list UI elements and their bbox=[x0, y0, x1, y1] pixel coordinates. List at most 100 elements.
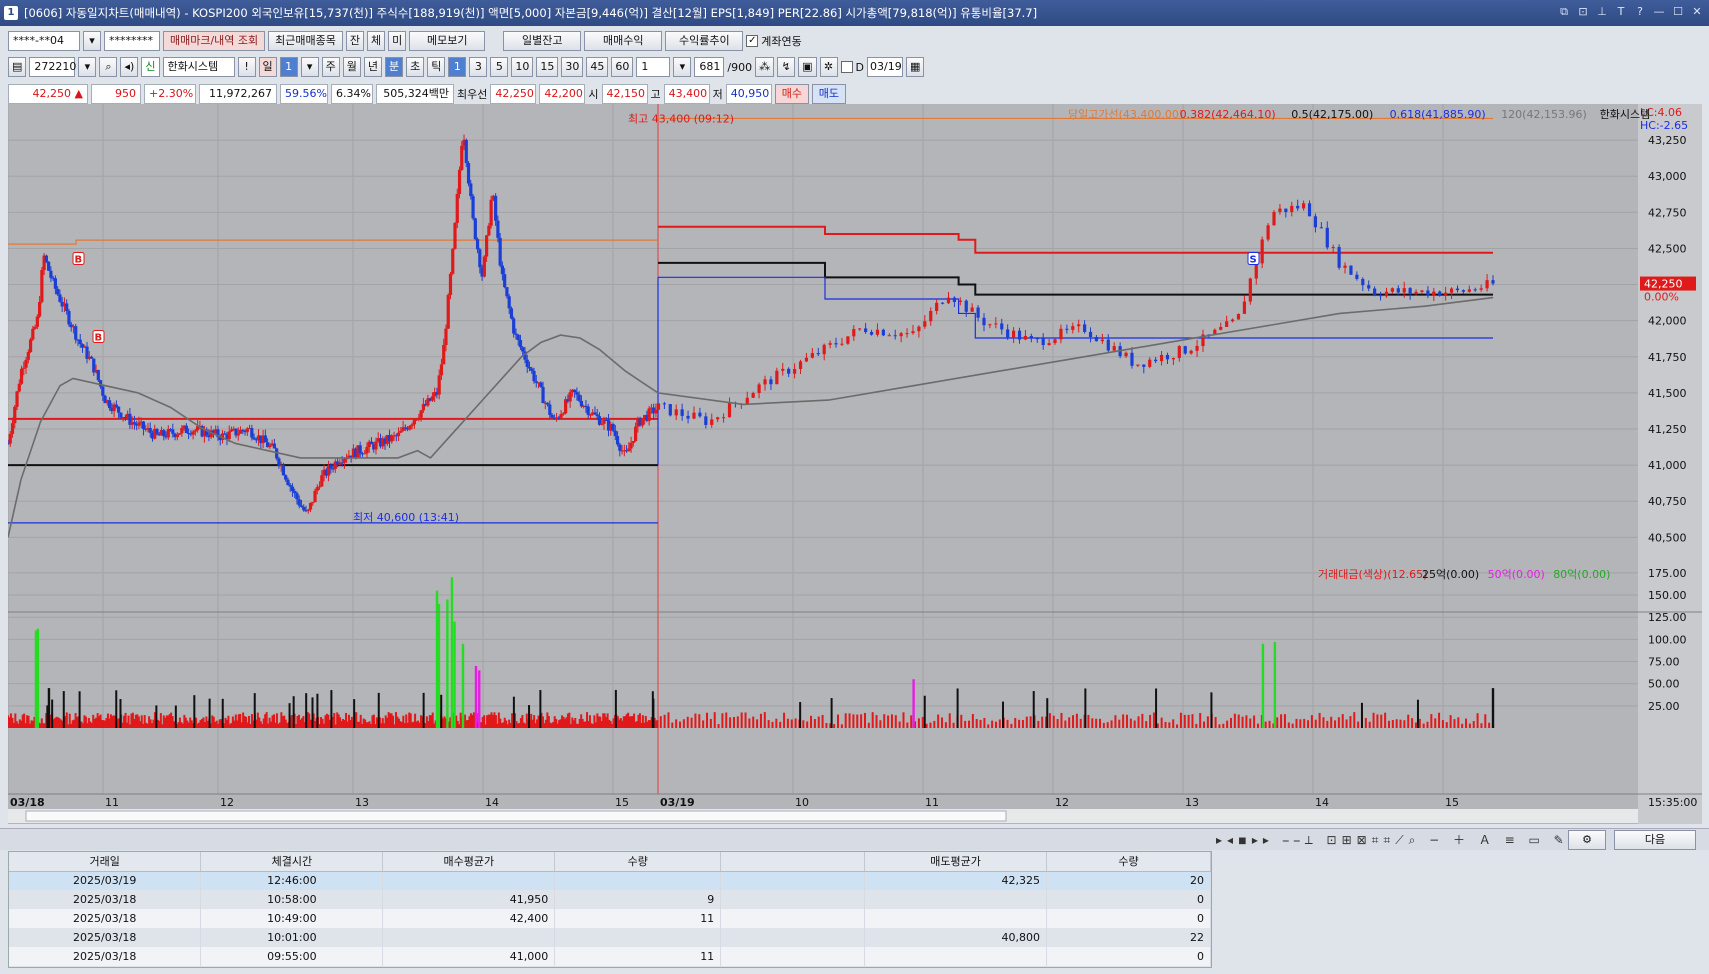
volume-bar bbox=[910, 715, 913, 728]
interval-45[interactable]: 45 bbox=[586, 57, 609, 77]
gear-icon[interactable]: ⚙ bbox=[1568, 830, 1606, 850]
password-field[interactable]: ******** bbox=[104, 31, 160, 51]
candle-body bbox=[363, 453, 367, 455]
volume-bar bbox=[1253, 715, 1256, 728]
candle-body bbox=[798, 361, 803, 369]
account-dropdown-icon[interactable]: ▾ bbox=[83, 31, 101, 51]
table-row[interactable]: 2025/03/19 12:46:00 42,325 20 bbox=[9, 871, 1211, 890]
candle-body bbox=[417, 417, 421, 420]
table-row[interactable]: 2025/03/18 10:49:00 42,400 11 0 bbox=[9, 909, 1211, 928]
table-row[interactable]: 2025/03/18 09:55:00 41,000 11 0 bbox=[9, 947, 1211, 966]
maximize-icon[interactable]: ☐ bbox=[1670, 4, 1686, 20]
next-button[interactable]: 다음 bbox=[1614, 830, 1696, 850]
account-link-checkbox[interactable]: ✓ bbox=[746, 35, 759, 47]
period-day-count[interactable]: 1 bbox=[279, 57, 298, 77]
profit-trend-button[interactable]: 수익률추이 bbox=[665, 31, 744, 51]
buy-button[interactable]: 매수 bbox=[774, 84, 809, 104]
candle-body bbox=[994, 323, 998, 325]
trade-profit-button[interactable]: 매매수익 bbox=[584, 31, 663, 51]
period-day[interactable]: 일 bbox=[258, 57, 277, 77]
period-dropdown-icon[interactable]: ▾ bbox=[300, 57, 319, 77]
col-trade-date[interactable]: 거래일 bbox=[9, 852, 202, 872]
period-month[interactable]: 월 bbox=[342, 57, 361, 77]
font-icon[interactable]: T bbox=[1613, 4, 1629, 20]
interval-5[interactable]: 5 bbox=[490, 57, 509, 77]
volume-bar bbox=[1449, 715, 1452, 728]
stock-code-input[interactable]: 272210 bbox=[29, 57, 76, 77]
chart-type-icon[interactable]: ↯ bbox=[777, 57, 796, 77]
search-icon[interactable]: ⌕ bbox=[99, 57, 118, 77]
unfilled-button[interactable]: 미 bbox=[388, 31, 407, 51]
interval-1[interactable]: 1 bbox=[448, 57, 467, 77]
price-chart[interactable]: 43,250 43,000 42,750 42,500 42,250 42,000 41,7… bbox=[8, 104, 1702, 824]
minimize-icon[interactable]: — bbox=[1651, 4, 1667, 20]
trade-mark-query-button[interactable]: 매매마크/내역 조회 bbox=[163, 31, 266, 51]
volume-bar bbox=[694, 713, 697, 728]
interval-60[interactable]: 60 bbox=[611, 57, 634, 77]
col-buy-qty[interactable]: 수량 bbox=[554, 852, 722, 872]
volume-bar bbox=[848, 713, 851, 728]
code-dropdown-icon[interactable]: ▾ bbox=[78, 57, 97, 77]
candle-body bbox=[1047, 343, 1051, 346]
period-week[interactable]: 주 bbox=[321, 57, 340, 77]
period-year[interactable]: 년 bbox=[363, 57, 383, 77]
period-tick[interactable]: 틱 bbox=[427, 57, 446, 77]
candle-body bbox=[329, 465, 333, 469]
table-row[interactable]: 2025/03/18 10:01:00 40,800 22 bbox=[9, 928, 1211, 947]
volume-bar bbox=[952, 722, 955, 728]
interval-15[interactable]: 15 bbox=[536, 57, 559, 77]
col-exec-time[interactable]: 체결시간 bbox=[200, 852, 384, 872]
volume-bar bbox=[1203, 721, 1206, 728]
pin-icon[interactable]: ⊥ bbox=[1594, 4, 1610, 20]
date-checkbox[interactable] bbox=[840, 61, 853, 73]
balance-button[interactable]: 잔 bbox=[345, 31, 365, 51]
candle-body bbox=[444, 328, 448, 345]
volume-bar bbox=[1021, 720, 1024, 728]
table-row[interactable]: 2025/03/18 10:58:00 41,950 9 0 bbox=[9, 890, 1211, 909]
daily-balance-button[interactable]: 일별잔고 bbox=[503, 31, 582, 51]
chart-tools[interactable]: ▸◂◾▸▸ ⎯⎯⟂ ⊡⊞⊠⌗⌗⟋⌕ − ＋ Ａ ≡ ▭ ✎ bbox=[1216, 831, 1569, 848]
calendar-icon[interactable]: ▦ bbox=[906, 57, 925, 77]
col-buy-avg[interactable]: 매수평균가 bbox=[382, 852, 556, 872]
scrollbar-thumb[interactable] bbox=[25, 810, 1007, 822]
volume-bar bbox=[860, 714, 863, 728]
save-icon[interactable]: ▣ bbox=[798, 57, 817, 77]
volume-bar bbox=[1233, 713, 1236, 728]
indicator-icon[interactable]: ⁂ bbox=[755, 57, 775, 77]
stock-name[interactable]: 한화시스템 bbox=[162, 57, 235, 77]
restore-icon[interactable]: ⧉ bbox=[1556, 4, 1572, 20]
recent-trades-button[interactable]: 최근매매종목 bbox=[268, 31, 343, 51]
period-second[interactable]: 초 bbox=[406, 57, 425, 77]
candle-body bbox=[1041, 338, 1045, 346]
candle-body bbox=[277, 458, 281, 466]
bar-count-input[interactable]: 681 bbox=[694, 57, 725, 77]
col-sell-avg[interactable]: 매도평균가 bbox=[864, 852, 1048, 872]
col-sell-qty[interactable]: 수량 bbox=[1046, 852, 1211, 872]
table-cell: 0 bbox=[1046, 947, 1211, 966]
layout-icon[interactable]: ▤ bbox=[8, 57, 27, 77]
date-input[interactable]: 03/19 bbox=[867, 57, 903, 77]
volume-bar bbox=[1241, 716, 1244, 728]
executed-button[interactable]: 체 bbox=[367, 31, 386, 51]
period-minute[interactable]: 분 bbox=[385, 57, 404, 77]
volume-bar bbox=[1434, 718, 1437, 728]
tile-icon[interactable]: ⊡ bbox=[1575, 4, 1591, 20]
close-icon[interactable]: ✕ bbox=[1689, 4, 1705, 20]
sell-button[interactable]: 매도 bbox=[811, 84, 846, 104]
unit-dropdown-icon[interactable]: ▾ bbox=[673, 57, 692, 77]
memo-button[interactable]: 메모보기 bbox=[409, 31, 486, 51]
candle-body bbox=[680, 409, 684, 416]
volume-bar bbox=[1118, 719, 1121, 728]
interval-30[interactable]: 30 bbox=[561, 57, 584, 77]
volume-bar bbox=[1172, 719, 1175, 728]
account-select[interactable]: ****-**04 bbox=[8, 31, 80, 51]
candle-body bbox=[252, 437, 256, 440]
speaker-icon[interactable]: ◂) bbox=[120, 57, 139, 77]
candle-body bbox=[1035, 338, 1039, 340]
settings-icon[interactable]: ✲ bbox=[819, 57, 838, 77]
help-icon[interactable]: ? bbox=[1632, 4, 1648, 20]
interval-3[interactable]: 3 bbox=[469, 57, 488, 77]
warning-button[interactable]: ! bbox=[237, 57, 256, 77]
interval-10[interactable]: 10 bbox=[511, 57, 534, 77]
unit-select[interactable]: 1 bbox=[636, 57, 671, 77]
